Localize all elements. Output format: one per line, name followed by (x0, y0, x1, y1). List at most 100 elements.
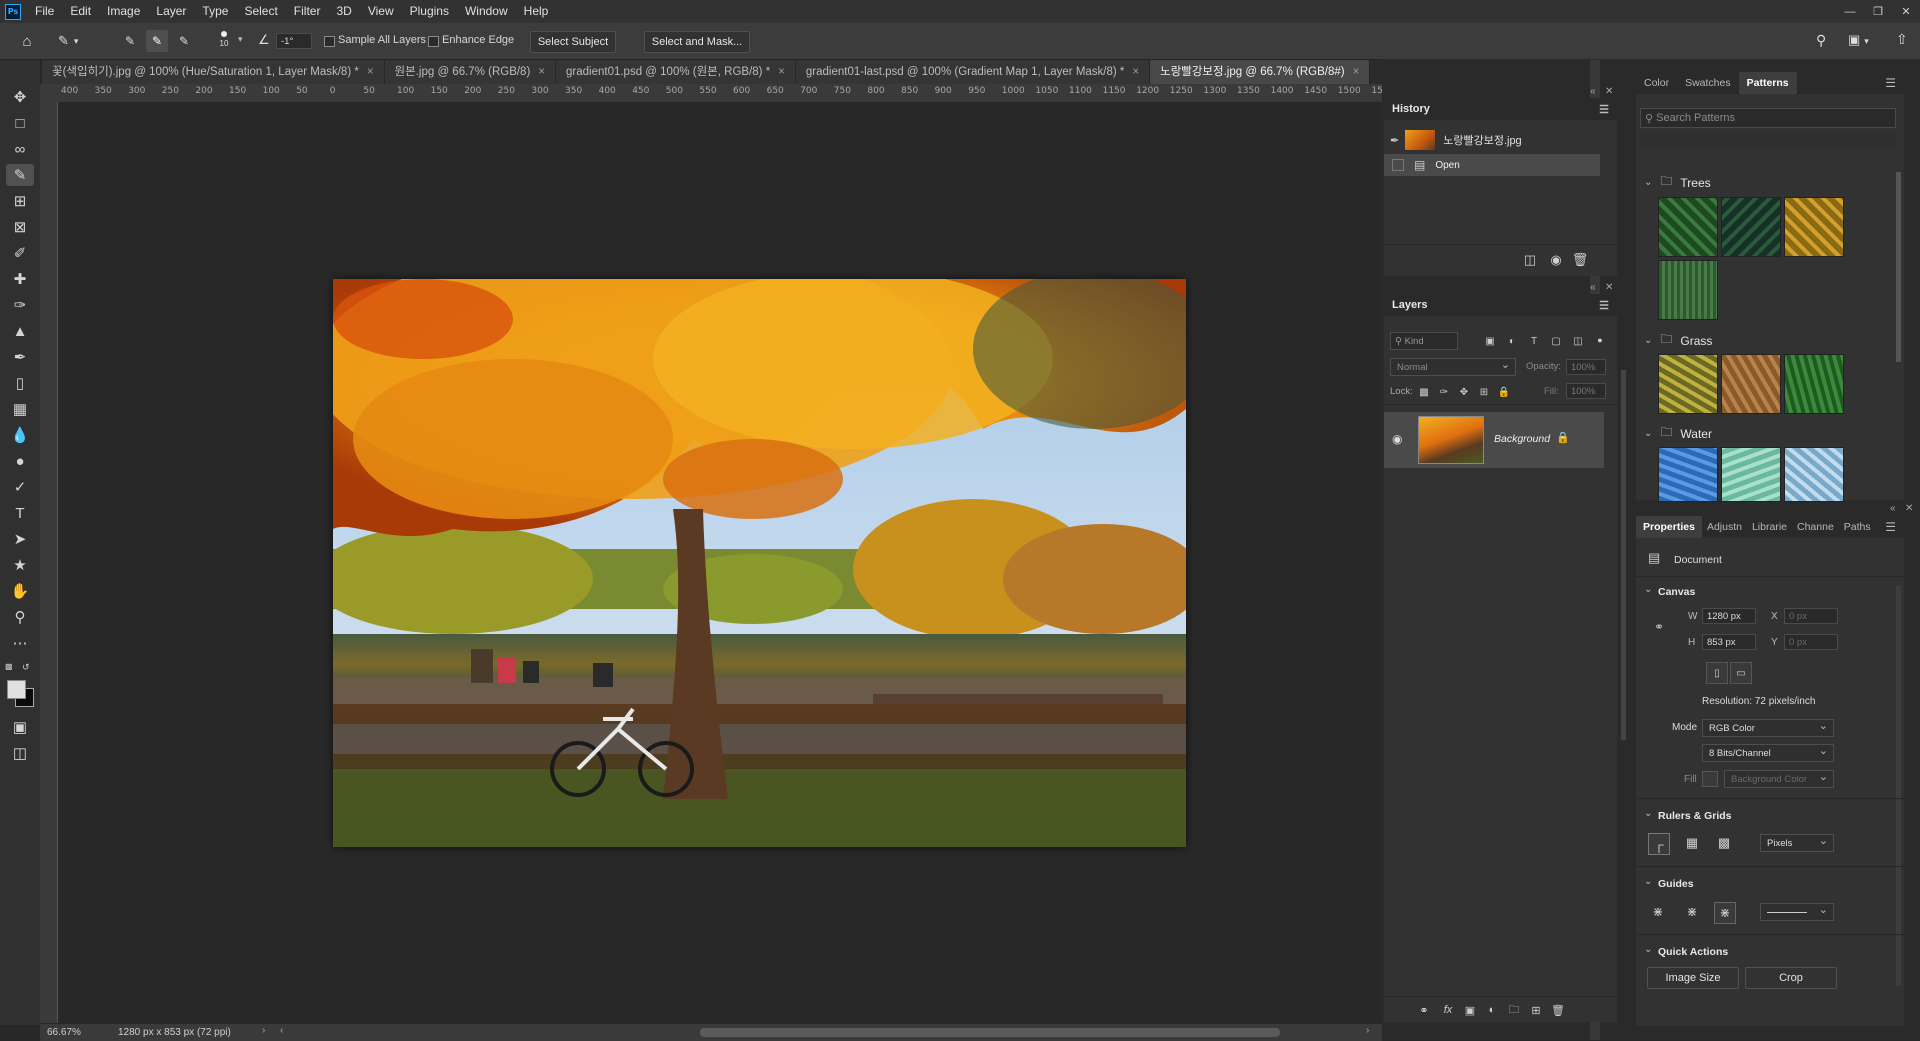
collapse-icon[interactable]: « (1590, 86, 1596, 97)
pattern-search-input[interactable]: ⚲ Search Patterns (1640, 108, 1896, 128)
new-group-icon[interactable]: 🗀 (1504, 1000, 1524, 1020)
chevron-down-icon[interactable]: ⌄ (1644, 944, 1652, 955)
opacity-field[interactable]: 100% (1566, 359, 1606, 375)
delete-layer-icon[interactable]: 🗑 (1548, 1000, 1568, 1020)
blur-tool-icon[interactable]: 💧 (6, 424, 34, 446)
color-mode-select[interactable]: RGB Color (1702, 719, 1834, 737)
more-tools-icon[interactable]: ⋯ (6, 632, 34, 654)
fill-field[interactable]: 100% (1566, 383, 1606, 399)
sample-all-layers-checkbox[interactable] (324, 36, 335, 47)
hand-tool-icon[interactable]: ✋ (6, 580, 34, 602)
minimize-icon[interactable]: — (1836, 0, 1864, 23)
pattern-swatch[interactable] (1784, 447, 1844, 502)
screen-mode-icon[interactable]: ◫ (6, 742, 34, 764)
panel-menu-icon[interactable]: ☰ (1885, 76, 1896, 90)
add-mask-icon[interactable]: ▣ (1460, 1000, 1480, 1020)
units-select[interactable]: Pixels (1760, 834, 1834, 852)
close-tab-icon[interactable]: × (1353, 66, 1360, 78)
lock-all-icon[interactable]: 🔒 (1494, 382, 1514, 402)
menu-filter[interactable]: Filter (286, 0, 329, 23)
new-layer-icon[interactable]: ⊞ (1526, 1000, 1546, 1020)
pattern-swatch[interactable] (1658, 354, 1718, 414)
home-icon[interactable]: ⌂ (16, 31, 38, 51)
canvas-area[interactable] (58, 102, 1382, 1023)
lock-position-icon[interactable]: ✥ (1454, 382, 1474, 402)
share-icon[interactable]: ⇧ (1896, 31, 1908, 48)
chevron-down-icon[interactable]: ⌄ (1644, 428, 1652, 439)
guide-style-select[interactable] (1760, 903, 1834, 921)
select-and-mask-button[interactable]: Select and Mask... (644, 31, 750, 53)
scroll-left-icon[interactable]: ‹ (280, 1025, 283, 1036)
height-field[interactable]: 853 px (1702, 634, 1756, 650)
quick-selection-tool-icon[interactable]: ✎ (6, 164, 34, 186)
close-tab-icon[interactable]: × (538, 66, 545, 78)
menu-3d[interactable]: 3D (328, 0, 359, 23)
tab-paths[interactable]: Paths (1839, 516, 1876, 538)
document-image[interactable] (333, 279, 1186, 847)
filter-adjustment-icon[interactable]: ◐ (1502, 331, 1522, 351)
lock-artboard-icon[interactable]: ⊞ (1474, 382, 1494, 402)
chevron-down-icon[interactable]: ⌄ (1644, 808, 1652, 819)
x-field[interactable]: 0 px (1784, 608, 1838, 624)
adjustment-layer-icon[interactable]: ◐ (1482, 1000, 1502, 1020)
search-icon[interactable]: ⚲ (1816, 32, 1826, 49)
scroll-right-icon[interactable]: › (1366, 1025, 1369, 1036)
pattern-swatch[interactable] (1721, 197, 1781, 257)
pattern-swatch[interactable] (1784, 354, 1844, 414)
crop-button[interactable]: Crop (1745, 967, 1837, 989)
vertical-ruler[interactable] (40, 102, 58, 1023)
layers-title[interactable]: Layers (1392, 299, 1427, 311)
filter-type-icon[interactable]: T (1524, 331, 1544, 351)
new-document-from-state-icon[interactable]: ◫ (1520, 250, 1540, 270)
chevron-down-icon[interactable]: ⌄ (1644, 876, 1652, 887)
dodge-tool-icon[interactable]: ● (6, 450, 34, 472)
trash-icon[interactable]: 🗑 (1570, 250, 1590, 270)
history-title[interactable]: History (1392, 103, 1430, 115)
zoom-level[interactable]: 66.67% (47, 1027, 81, 1038)
panel-menu-icon[interactable]: ☰ (1885, 520, 1896, 534)
camera-icon[interactable]: ◉ (1546, 250, 1566, 270)
close-panel-icon[interactable]: ✕ (1605, 282, 1613, 293)
menu-plugins[interactable]: Plugins (402, 0, 457, 23)
tab-properties[interactable]: Properties (1636, 516, 1702, 538)
menu-view[interactable]: View (360, 0, 402, 23)
rulers-grids-title[interactable]: Rulers & Grids (1658, 810, 1732, 822)
tab-document-2[interactable]: 원본.jpg @ 66.7% (RGB/8) × (384, 60, 557, 84)
portrait-orientation-icon[interactable]: ▯ (1706, 662, 1728, 684)
new-guide-icon[interactable]: ⋇ (1682, 902, 1702, 922)
tab-swatches[interactable]: Swatches (1677, 72, 1739, 94)
layer-name[interactable]: Background (1494, 433, 1550, 445)
chevron-down-icon[interactable]: ⌄ (1644, 584, 1652, 595)
layer-filter-kind[interactable]: ⚲ Kind (1390, 332, 1458, 350)
history-item[interactable]: ▤ Open (1384, 154, 1600, 176)
move-tool-icon[interactable]: ✥ (6, 86, 34, 108)
document-info[interactable]: 1280 px x 853 px (72 ppi) (118, 1027, 231, 1038)
history-checkbox[interactable] (1392, 159, 1404, 171)
guides-toggle-icon[interactable]: ⋇ (1648, 902, 1668, 922)
tab-document-4[interactable]: gradient01-last.psd @ 100% (Gradient Map… (795, 60, 1151, 84)
add-to-selection-icon[interactable]: ✎ (146, 30, 168, 52)
select-subject-button[interactable]: Select Subject (530, 31, 616, 53)
filter-toggle-icon[interactable]: ● (1590, 330, 1610, 350)
menu-select[interactable]: Select (236, 0, 285, 23)
fill-color-swatch[interactable] (1702, 771, 1718, 787)
tab-color[interactable]: Color (1636, 72, 1677, 94)
tab-document-1[interactable]: 꽃(색입히기).jpg @ 100% (Hue/Saturation 1, La… (42, 60, 385, 84)
guides-title[interactable]: Guides (1658, 878, 1694, 890)
tab-libraries[interactable]: Librarie (1747, 516, 1792, 538)
quick-mask-icon[interactable]: ▣ (6, 716, 34, 738)
foreground-color-swatch[interactable] (7, 680, 26, 699)
horizontal-ruler[interactable]: 400 350 300 250 200 150 100 50 0 50 100 150 200 250 30… (57, 84, 1382, 103)
pattern-group-water[interactable]: ⌄ 🗀 Water (1644, 423, 1712, 444)
bit-depth-select[interactable]: 8 Bits/Channel (1702, 744, 1834, 762)
close-tab-icon[interactable]: × (778, 66, 785, 78)
restore-icon[interactable]: ❐ (1864, 0, 1892, 23)
crop-tool-icon[interactable]: ⊞ (6, 190, 34, 212)
workspace-icon[interactable]: ▣ ▾ (1848, 32, 1869, 48)
filter-pixel-icon[interactable]: ▣ (1480, 331, 1500, 351)
patterns-scrollbar[interactable] (1896, 172, 1901, 362)
collapse-icon[interactable]: « (1890, 503, 1896, 514)
menu-type[interactable]: Type (194, 0, 236, 23)
pattern-swatch[interactable] (1658, 197, 1718, 257)
ruler-toggle-icon[interactable]: ┌ (1648, 833, 1670, 855)
